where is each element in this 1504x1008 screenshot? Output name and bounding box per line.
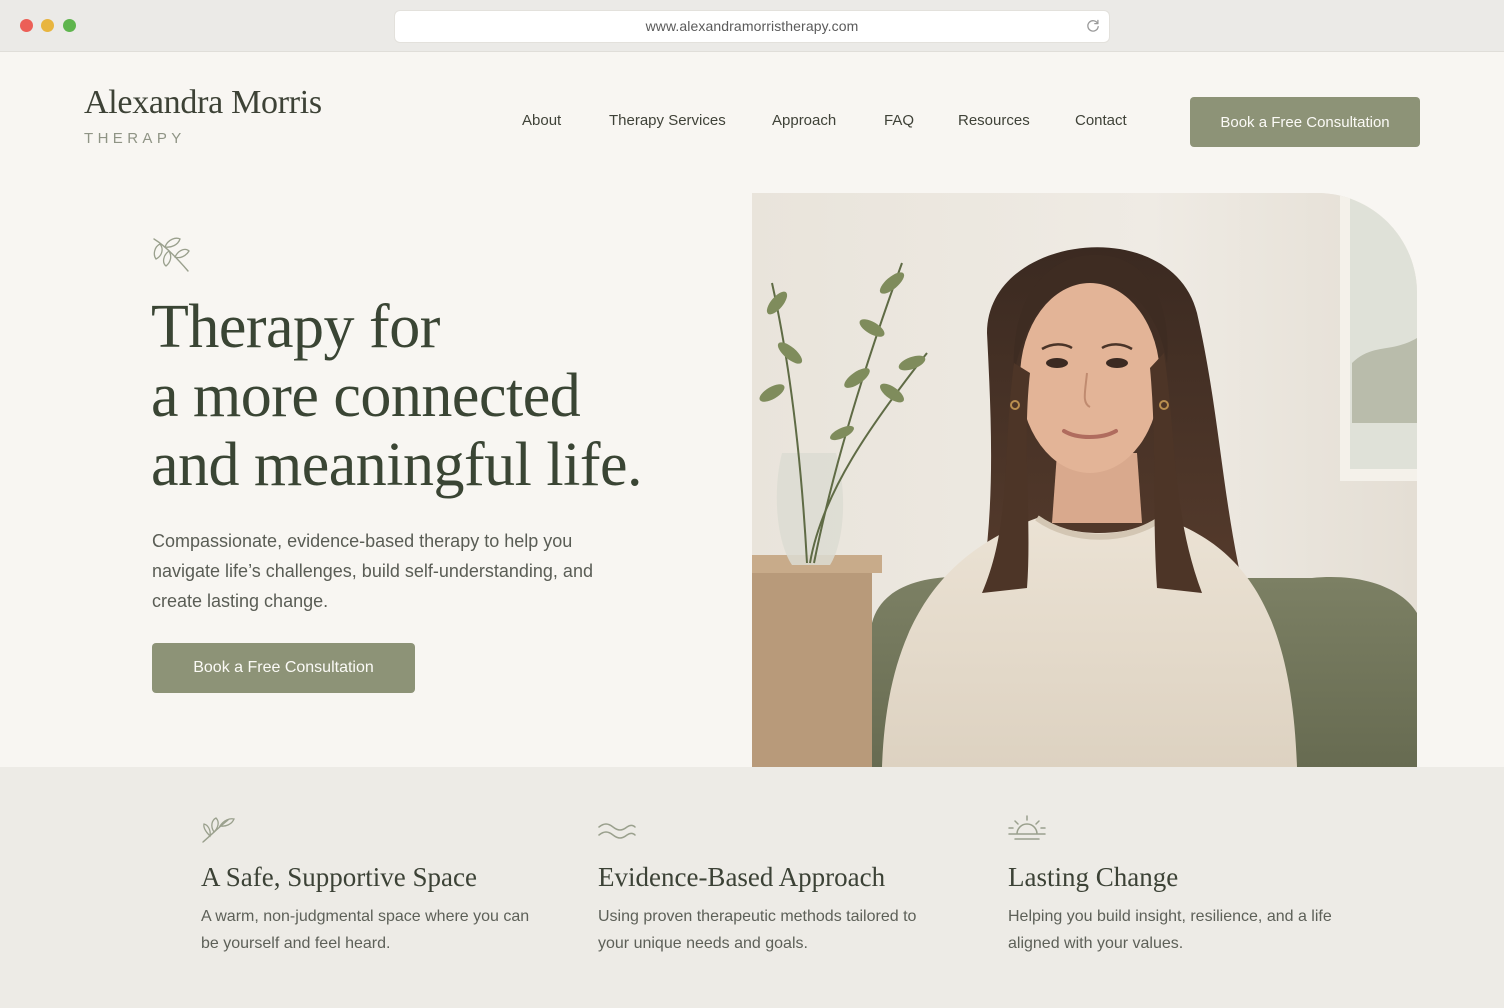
logo-name[interactable]: Alexandra Morris <box>84 84 322 122</box>
hero-book-consultation-button[interactable]: Book a Free Consultation <box>152 643 415 693</box>
feature-description-evidence-based: Using proven therapeutic methods tailore… <box>598 908 917 952</box>
feature-title-evidence-based: Evidence-Based Approach <box>598 862 886 892</box>
hero-title-line-1: Therapy for <box>151 293 440 361</box>
address-url: www.alexandramorristherapy.com <box>645 18 859 34</box>
sunrise-icon <box>1008 815 1046 840</box>
logo-subtitle: THERAPY <box>84 130 186 147</box>
address-bar[interactable]: www.alexandramorristherapy.com <box>395 11 1109 42</box>
minimize-window-button[interactable] <box>41 19 54 32</box>
feature-description-lasting-change: Helping you build insight, resilience, a… <box>1008 908 1332 952</box>
leaf-icon <box>202 817 235 843</box>
hero-title-line-2: a more connected <box>151 362 581 430</box>
nav-contact[interactable]: Contact <box>1075 112 1127 129</box>
browser-chrome: www.alexandramorristherapy.com <box>0 0 1504 52</box>
close-window-button[interactable] <box>20 19 33 32</box>
maximize-window-button[interactable] <box>63 19 76 32</box>
feature-description-safe-space: A warm, non-judgmental space where you c… <box>201 908 530 952</box>
nav-about[interactable]: About <box>522 112 561 129</box>
feature-title-lasting-change: Lasting Change <box>1008 862 1179 892</box>
waves-icon <box>598 823 636 839</box>
hero-title-line-3: and meaningful life. <box>151 431 643 499</box>
therapist-portrait-photo <box>752 193 1417 767</box>
nav-therapy-services[interactable]: Therapy Services <box>609 112 726 129</box>
nav-faq[interactable]: FAQ <box>884 112 914 129</box>
reload-icon[interactable] <box>1085 18 1101 34</box>
feature-title-safe-space: A Safe, Supportive Space <box>201 862 477 892</box>
nav-approach[interactable]: Approach <box>772 112 836 129</box>
nav-resources[interactable]: Resources <box>958 112 1030 129</box>
sprig-icon <box>153 237 190 272</box>
header-book-consultation-button[interactable]: Book a Free Consultation <box>1190 97 1420 147</box>
hero-description: Compassionate, evidence-based therapy to… <box>152 531 593 611</box>
